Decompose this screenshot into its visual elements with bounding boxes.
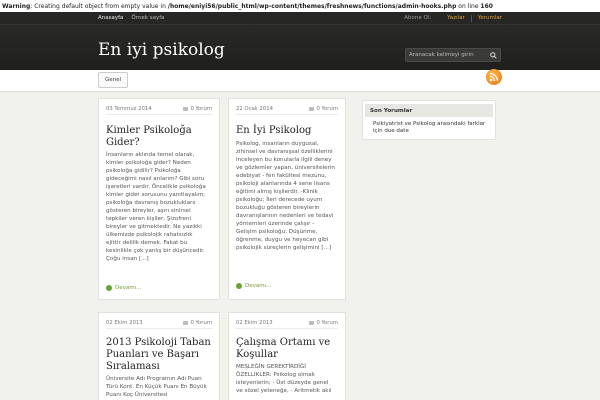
search-box xyxy=(405,48,501,62)
post-comments-link[interactable]: 0 Yorum xyxy=(190,106,212,112)
post-title[interactable]: 2013 Psikoloji Taban Puanları ve Başarı … xyxy=(106,337,212,373)
tab-genel[interactable]: Genel xyxy=(98,72,129,88)
read-more-link[interactable]: Devamı... xyxy=(245,283,271,289)
divider xyxy=(470,15,472,22)
post-title[interactable]: Çalışma Ortamı ve Koşullar xyxy=(236,337,338,361)
comment-icon xyxy=(183,321,189,325)
warning-line-no: 160 xyxy=(480,3,493,10)
top-nav: Anasayfa Örnek sayfa Abone Ol: Yazılar Y… xyxy=(0,12,600,25)
read-more-link[interactable]: Devamı... xyxy=(115,285,141,291)
post-excerpt: MESLEĞİN GEREKTİRDİĞİ ÖZELLİKLER: Psikol… xyxy=(236,364,332,394)
post-card: 02 Ekim 2013 0 Yorum 2013 Psikoloji Taba… xyxy=(98,312,220,400)
post-date: 02 Ekim 2013 xyxy=(236,320,273,326)
rss-icon[interactable] xyxy=(486,69,502,85)
arrow-circle-icon xyxy=(236,283,242,289)
comments-feed-link[interactable]: Yorumlar xyxy=(478,15,502,22)
php-warning: Warning: Creating default object from em… xyxy=(0,0,600,12)
search-input[interactable] xyxy=(409,50,487,60)
widget-title: Son Yorumlar xyxy=(365,104,493,117)
post-excerpt: İnsanların aklında temel olarak, kimler … xyxy=(106,152,206,262)
post-title[interactable]: En İyi Psikolog xyxy=(236,125,338,137)
nav-sample-page-link[interactable]: Örnek sayfa xyxy=(131,15,164,21)
comment-icon xyxy=(309,107,315,111)
comment-icon xyxy=(183,107,189,111)
post-card: 03 Temmuz 2014 0 Yorum Kimler Psikoloğa … xyxy=(98,98,220,300)
post-date: 22 Ocak 2014 xyxy=(236,106,273,112)
site-title[interactable]: En iyi psikolog xyxy=(98,40,225,60)
warning-label: Warning xyxy=(2,3,31,10)
warning-path: /home/eniyi56/public_html/wp-content/the… xyxy=(167,3,457,10)
post-card: 22 Ocak 2014 0 Yorum En İyi Psikolog Psi… xyxy=(228,98,346,300)
post-title[interactable]: Kimler Psikoloğa Gider? xyxy=(106,125,212,149)
post-date: 02 Ekim 2013 xyxy=(106,320,143,326)
post-card: 02 Ekim 2013 0 Yorum Çalışma Ortamı ve K… xyxy=(228,312,346,400)
recent-comments-widget: Son Yorumlar Psikiyatrist ve Psikolog ar… xyxy=(362,100,496,140)
nav-home-link[interactable]: Anasayfa xyxy=(98,15,123,21)
post-comments-link[interactable]: 0 Yorum xyxy=(190,320,212,326)
post-date: 03 Temmuz 2014 xyxy=(106,106,152,112)
post-comments-link[interactable]: 0 Yorum xyxy=(316,106,338,112)
post-excerpt: Psikolog, insanların duygusal, zihinsel … xyxy=(236,141,335,251)
recent-comment-link[interactable]: Psikiyatrist ve Psikolog arasındaki fark… xyxy=(373,121,489,135)
posts-feed-link[interactable]: Yazılar xyxy=(447,15,465,22)
post-excerpt: Üniversite Adı Programın Adı Puan Türü K… xyxy=(106,376,207,398)
warning-line-text: on line xyxy=(456,3,481,10)
search-icon[interactable] xyxy=(490,52,497,59)
warning-text: : Creating default object from empty val… xyxy=(30,3,168,10)
post-comments-link[interactable]: 0 Yorum xyxy=(316,320,338,326)
comment-icon xyxy=(309,321,315,325)
category-menu: Genel xyxy=(0,70,600,92)
arrow-circle-icon xyxy=(106,285,112,291)
subscribe-label: Abone Ol: xyxy=(404,15,432,21)
